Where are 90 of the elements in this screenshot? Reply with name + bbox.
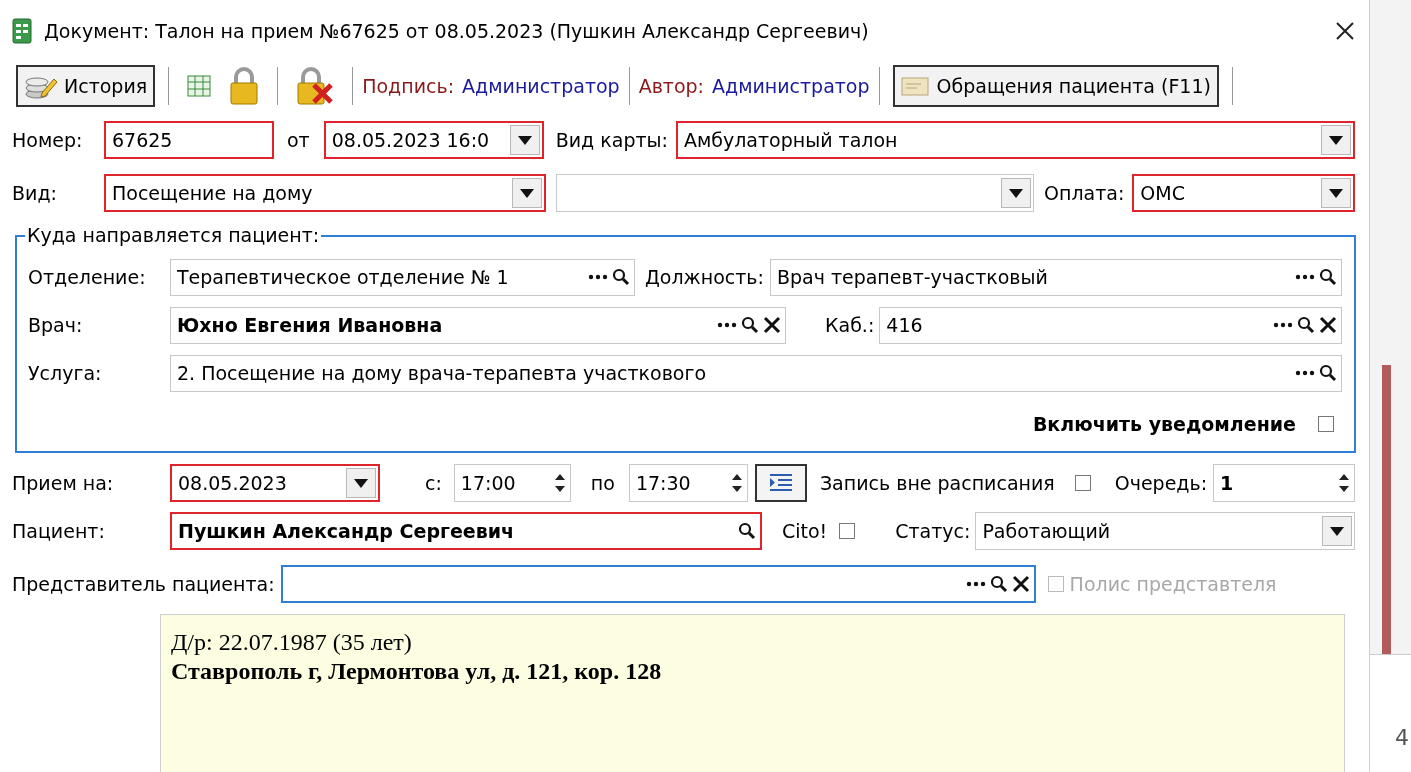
dropdown-field[interactable]: Работающий — [975, 512, 1355, 550]
search-icon[interactable] — [741, 316, 759, 334]
lookup-field[interactable] — [280, 565, 1036, 603]
padlock-icon[interactable] — [229, 67, 260, 105]
dropdown-field[interactable]: ОМС — [1132, 174, 1355, 212]
ellipsis-icon[interactable] — [965, 581, 986, 587]
card-icon — [900, 75, 931, 97]
caret-icon — [1329, 135, 1343, 145]
toolbar-button[interactable]: Обращения пациента (F11) — [892, 65, 1219, 107]
window-title: Документ: Талон на прием №67625 от 08.05.2023 (Пушкин Александр Сергеевич) — [44, 20, 870, 42]
field-label: по — [590, 472, 615, 494]
caret-icon — [517, 135, 532, 145]
ellipsis-icon[interactable] — [1295, 370, 1315, 376]
field-label: Должность: — [645, 266, 764, 288]
field-label: Вид карты: — [555, 129, 668, 151]
lookup-field[interactable]: Терапевтическое отделение № 1 — [170, 258, 635, 296]
caret-icon — [1329, 188, 1343, 198]
dropdown-field[interactable]: Амбулаторный талон — [675, 121, 1355, 159]
dropdown-button[interactable] — [1322, 516, 1352, 546]
field-label: Отделение: — [28, 266, 147, 288]
spin-field[interactable]: 17:30 — [628, 464, 748, 502]
search-icon[interactable] — [612, 268, 630, 286]
caret-icon — [1330, 526, 1344, 536]
caret-icon — [520, 188, 534, 198]
search-icon[interactable] — [1319, 364, 1337, 382]
address-text: Ставрополь г, Лермонтова ул, д. 121, кор. 128 — [171, 658, 662, 685]
checkbox-label: Полис представтеля — [1069, 573, 1277, 595]
toolbar-button[interactable]: История — [16, 65, 156, 107]
dropdown-button[interactable] — [346, 468, 376, 498]
dropdown-button[interactable] — [512, 178, 542, 208]
field-label: Прием на: — [12, 472, 115, 494]
field-label: с: — [425, 472, 442, 494]
dropdown-button[interactable] — [509, 125, 540, 155]
dropdown-field[interactable]: 08.05.2023 16:0 — [323, 121, 544, 159]
spin-field[interactable]: 1 — [1213, 464, 1355, 502]
caret-icon — [1009, 188, 1023, 198]
list-arrow-icon — [767, 472, 794, 494]
padlock-cross-icon[interactable] — [296, 67, 335, 105]
checkbox[interactable] — [1074, 475, 1091, 491]
search-field[interactable]: Пушкин Александр Сергеевич — [170, 512, 762, 550]
clear-icon[interactable] — [1319, 316, 1337, 334]
text-field[interactable]: 67625 — [104, 121, 274, 159]
field-label: Очередь: — [1114, 472, 1208, 494]
ellipsis-icon[interactable] — [717, 322, 737, 328]
checkbox[interactable] — [839, 523, 856, 539]
caption-label: Подпись: — [362, 75, 455, 97]
field-label: Вид: — [12, 182, 58, 204]
table-icon[interactable] — [187, 75, 212, 97]
search-icon[interactable] — [1297, 316, 1315, 334]
close-icon[interactable] — [1335, 21, 1355, 41]
birth-date-text: Д/р: 22.07.1987 (35 лет) — [171, 629, 412, 656]
lookup-field[interactable]: Юхно Евгения Ивановна — [170, 306, 786, 344]
list-button[interactable] — [754, 464, 807, 502]
search-icon[interactable] — [1319, 268, 1337, 286]
field-label: Услуга: — [28, 362, 103, 384]
search-icon[interactable] — [989, 575, 1008, 593]
dropdown-field[interactable] — [556, 174, 1034, 212]
checkbox[interactable] — [1318, 416, 1334, 432]
app-icon — [12, 18, 32, 44]
checkbox-label: Cito! — [782, 520, 828, 542]
field-label: Статус: — [895, 520, 971, 542]
dropdown-field[interactable]: 08.05.2023 — [170, 464, 380, 502]
dropdown-button[interactable] — [1321, 178, 1351, 208]
caret-icon — [354, 478, 368, 488]
checkbox-label: Запись вне расписания — [819, 472, 1055, 494]
field-label: от — [287, 129, 310, 151]
dropdown-field[interactable]: Посещение на дому — [104, 174, 546, 212]
lookup-field[interactable]: 416 — [879, 306, 1342, 344]
caption-label: Автор: — [638, 75, 704, 97]
lookup-field[interactable]: 2. Посещение на дому врача-терапевта участкового — [170, 354, 1342, 392]
field-label: Пациент: — [12, 520, 106, 542]
user-name-text: Администратор — [462, 75, 620, 97]
field-label: Оплата: — [1044, 182, 1125, 204]
dropdown-button[interactable] — [1001, 178, 1031, 208]
user-name-text: Администратор — [712, 75, 870, 97]
field-label: Номер: — [12, 129, 84, 151]
clear-icon[interactable] — [1011, 575, 1030, 593]
lookup-field[interactable]: Врач терапевт-участковый — [769, 258, 1342, 296]
dropdown-button[interactable] — [1321, 125, 1351, 155]
ellipsis-icon[interactable] — [1295, 274, 1315, 280]
ellipsis-icon[interactable] — [1273, 322, 1293, 328]
spin-field[interactable]: 17:00 — [453, 464, 571, 502]
page-number: 4 — [1395, 725, 1409, 750]
ellipsis-icon[interactable] — [588, 274, 608, 280]
search-icon[interactable] — [738, 522, 756, 540]
checkbox-label: Включить уведомление — [1032, 413, 1296, 435]
field-label: Каб.: — [825, 314, 875, 336]
field-label: Врач: — [28, 314, 84, 336]
field-label: Представитель пациента: — [12, 573, 275, 595]
clear-icon[interactable] — [763, 316, 781, 334]
